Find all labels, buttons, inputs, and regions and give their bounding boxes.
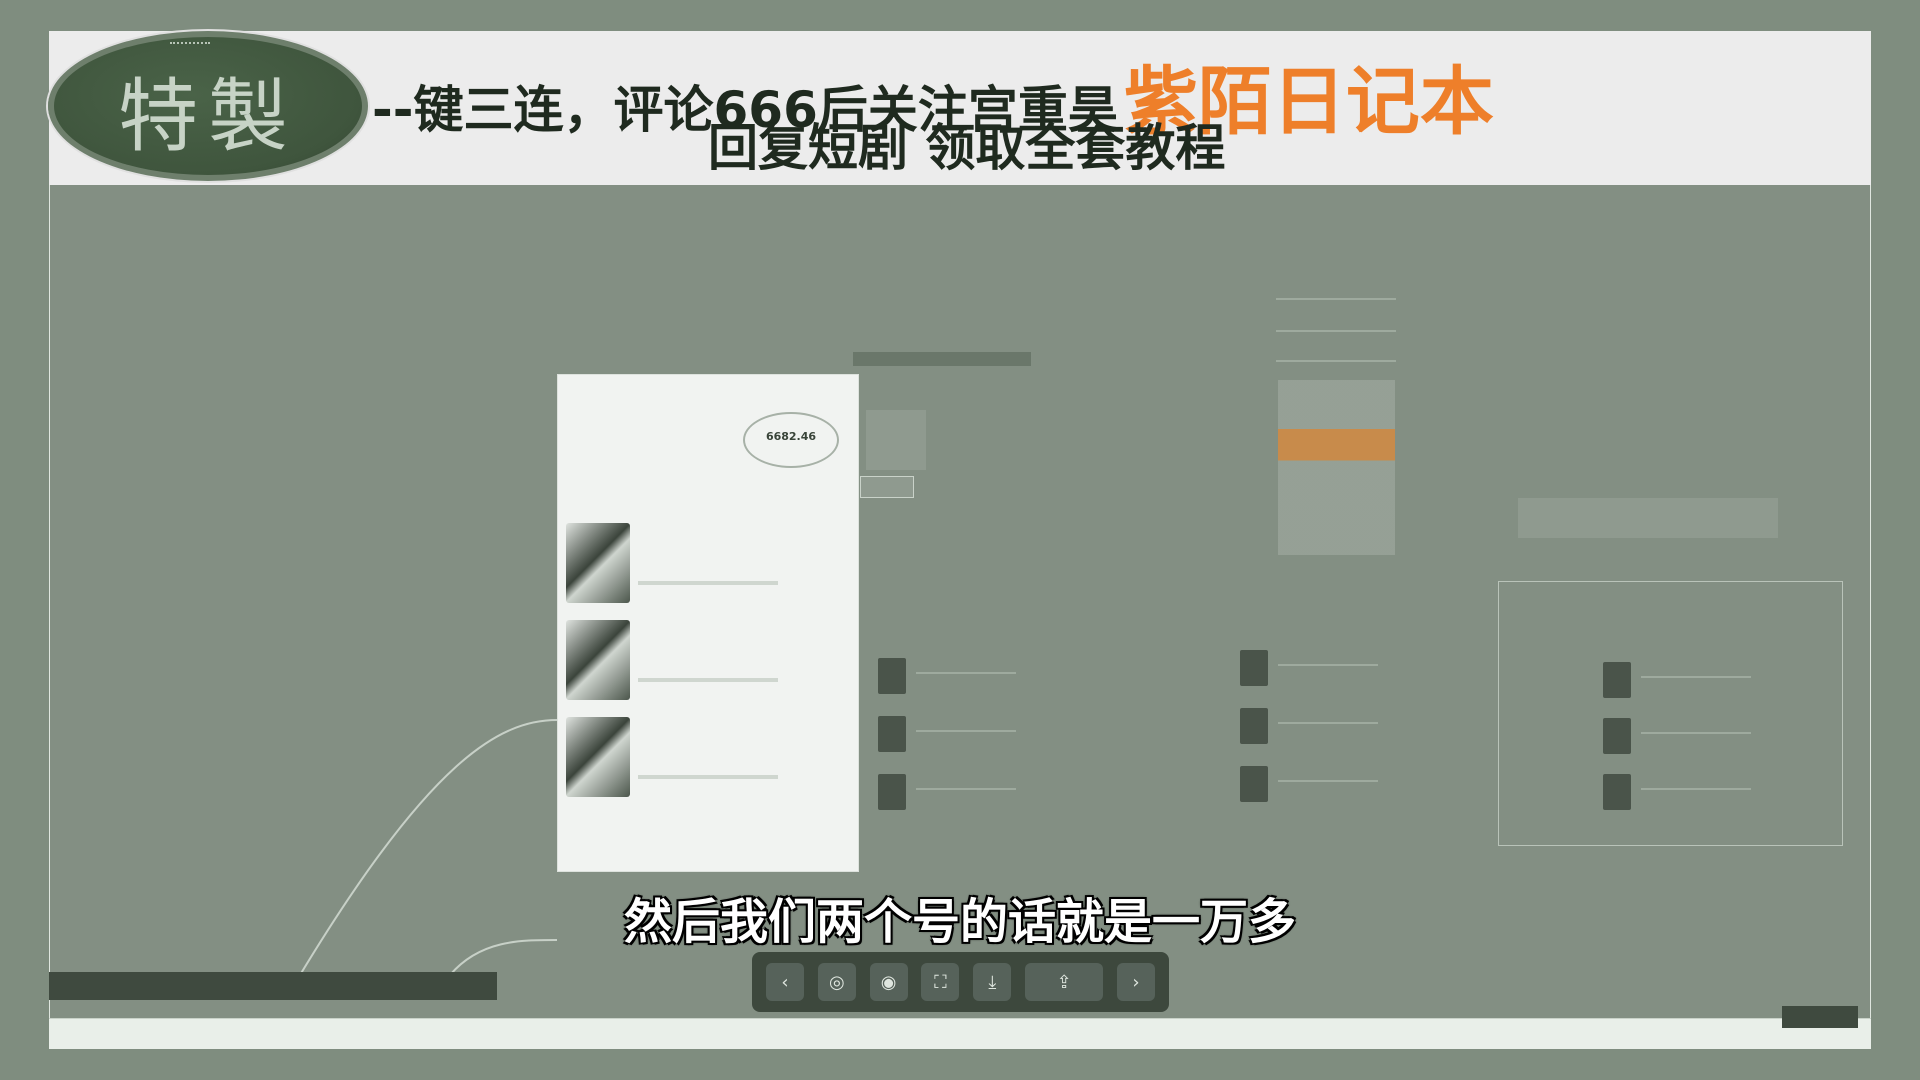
- chevron-right-icon[interactable]: ›: [1116, 963, 1155, 1001]
- order-meta-line: [638, 775, 778, 779]
- order-thumbnail: [566, 717, 630, 797]
- bottom-left-bar: [49, 972, 497, 1000]
- order-meta-line: [638, 678, 778, 682]
- order-item: [566, 618, 854, 704]
- order-thumbnail: [566, 523, 630, 603]
- share-icon[interactable]: ⇪: [1025, 963, 1104, 1001]
- order-thumbnail: [566, 620, 630, 700]
- record-icon[interactable]: ◉: [869, 963, 908, 1001]
- fullscreen-icon[interactable]: ⛶: [921, 963, 960, 1001]
- chevron-left-icon[interactable]: ‹: [766, 963, 804, 1001]
- phone-screenshot-card: 6682.46: [557, 374, 859, 872]
- order-item: [566, 715, 854, 801]
- phone-tabs: [568, 385, 850, 389]
- target-icon[interactable]: ◎: [817, 963, 856, 1001]
- download-icon[interactable]: ⤓: [973, 963, 1012, 1001]
- corner-badge: [1782, 1006, 1858, 1028]
- order-meta-line: [638, 581, 778, 585]
- video-subtitle: 然后我们两个号的话就是一万多: [623, 894, 1296, 950]
- order-item: [566, 521, 854, 607]
- stat-right-circled: 6682.46: [743, 412, 839, 468]
- stat-value: 6682.46: [765, 430, 817, 443]
- presentation-toolbar: ‹ ◎ ◉ ⛶ ⤓ ⇪ ›: [752, 952, 1169, 1012]
